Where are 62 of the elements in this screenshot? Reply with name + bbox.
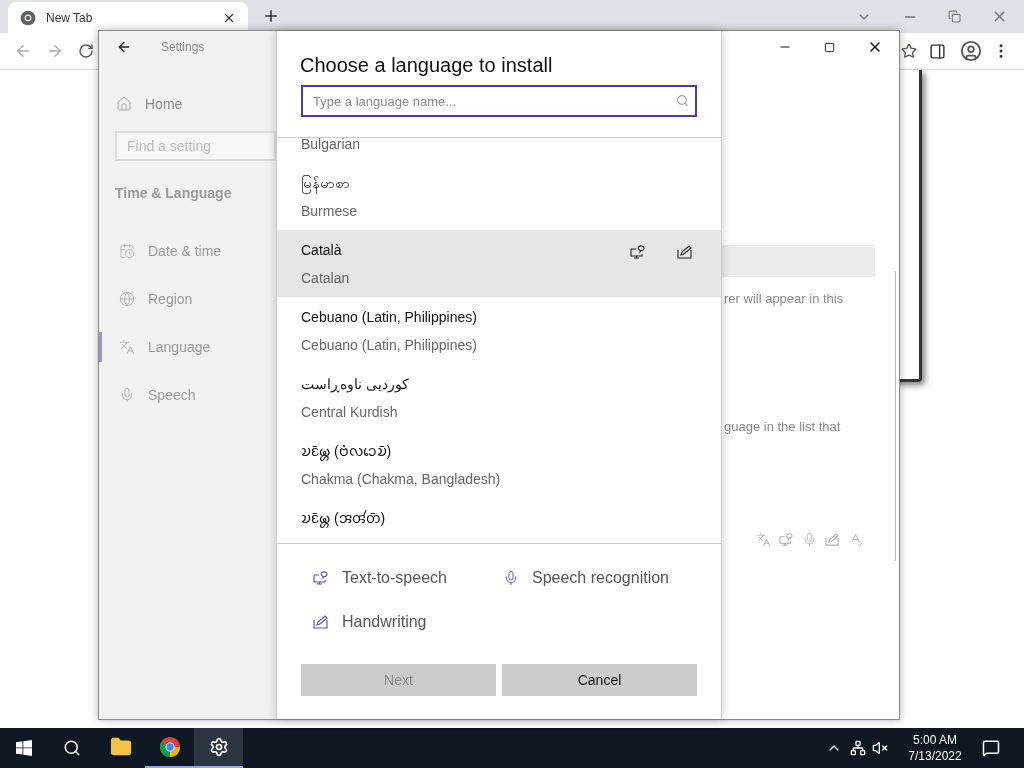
home-icon <box>116 96 132 112</box>
window-title: Settings <box>161 39 205 56</box>
folder-icon <box>109 736 132 758</box>
native-language-name: کوردیی ناوەڕاست <box>301 375 409 394</box>
profile-icon[interactable] <box>960 40 982 62</box>
text-to-speech-icon <box>779 532 794 547</box>
microphone-icon <box>119 387 135 403</box>
native-language-name: မြန်မာစာ <box>301 173 350 193</box>
language-search-field[interactable]: Type a language name... <box>301 85 697 117</box>
section-heading: Time & Language <box>115 184 233 203</box>
language-list-item[interactable]: 𑄌𑄋𑄴𑄟𑄳𑄦 (𑄞𑄢𑄧𑄖𑄴) <box>277 498 721 543</box>
globe-icon <box>119 291 135 307</box>
language-name: Bulgarian <box>301 138 362 152</box>
side-panel-icon[interactable] <box>929 42 946 60</box>
language-icon <box>756 532 771 547</box>
new-tab-icon[interactable] <box>262 7 280 25</box>
muted-speaker-icon[interactable] <box>872 740 888 756</box>
restore-icon[interactable] <box>948 10 961 23</box>
dialog-title: Choose a language to install <box>299 53 554 78</box>
native-language-name: 𑄌𑄋𑄴𑄟𑄳𑄦 (𑄝𑄁𑄣𑄘𑄬𑄌𑄴) <box>301 442 392 461</box>
feature-legend-label: Text-to-speech <box>342 568 447 588</box>
windows-start-icon[interactable] <box>16 740 32 756</box>
feature-legend-label: Handwriting <box>342 612 427 632</box>
language-list-item[interactable]: 𑄌𑄋𑄴𑄟𑄳𑄦 (𑄝𑄁𑄣𑄘𑄬𑄌𑄴) Chakma (Chakma, Bangladesh) <box>277 431 721 498</box>
language-name: Central Kurdish <box>301 403 399 422</box>
description-text: rer will appear in this <box>724 290 845 308</box>
feature-legend-label: Speech recognition <box>532 568 669 588</box>
microphone-icon <box>802 532 817 547</box>
chrome-logo-icon <box>158 736 181 758</box>
dialog-button[interactable]: Cancel <box>502 664 697 696</box>
clock[interactable]: 5:00 AM 7/13/2022 <box>898 732 972 764</box>
microphone-icon <box>503 570 519 586</box>
spell-check-icon <box>848 532 863 547</box>
language-name: Chakma (Chakma, Bangladesh) <box>301 470 502 489</box>
language-list-item[interactable]: Català Catalan <box>277 230 721 297</box>
handwriting-icon <box>313 614 329 630</box>
maximize-icon[interactable] <box>824 41 835 53</box>
search-icon[interactable] <box>63 739 81 757</box>
language-list-item[interactable]: Bulgarian <box>277 138 721 163</box>
back-icon[interactable] <box>116 39 132 55</box>
language-name: Catalan <box>301 269 351 288</box>
calendar-clock-icon <box>119 243 135 259</box>
notifications-icon[interactable] <box>982 739 1000 757</box>
language-list-item[interactable]: မြန်မာစာ Burmese <box>277 163 721 230</box>
network-icon[interactable] <box>850 740 866 756</box>
bookmark-star-icon[interactable] <box>901 43 917 59</box>
browser-tab[interactable]: New Tab <box>8 2 248 33</box>
language-name: Burmese <box>301 202 359 221</box>
taskbar-app-button[interactable] <box>194 728 243 768</box>
handwriting-icon <box>825 532 840 547</box>
search-icon <box>676 94 689 107</box>
text-to-speech-icon <box>313 570 329 586</box>
description-text: guage in the list that <box>724 417 842 436</box>
native-language-name: Català <box>301 241 342 260</box>
language-icon <box>119 339 135 355</box>
native-language-name: Cebuano (Latin, Philippines) <box>301 308 477 327</box>
language-list-item[interactable]: Cebuano (Latin, Philippines) Cebuano (Latin, Philippines) <box>277 297 721 364</box>
language-name: Cebuano (Latin, Philippines) <box>301 336 478 355</box>
chrome-logo-icon <box>20 9 36 26</box>
gear-icon <box>208 737 229 757</box>
native-language-name: 𑄌𑄋𑄴𑄟𑄳𑄦 (𑄞𑄢𑄧𑄖𑄴) <box>301 509 386 528</box>
reload-icon[interactable] <box>78 43 94 59</box>
